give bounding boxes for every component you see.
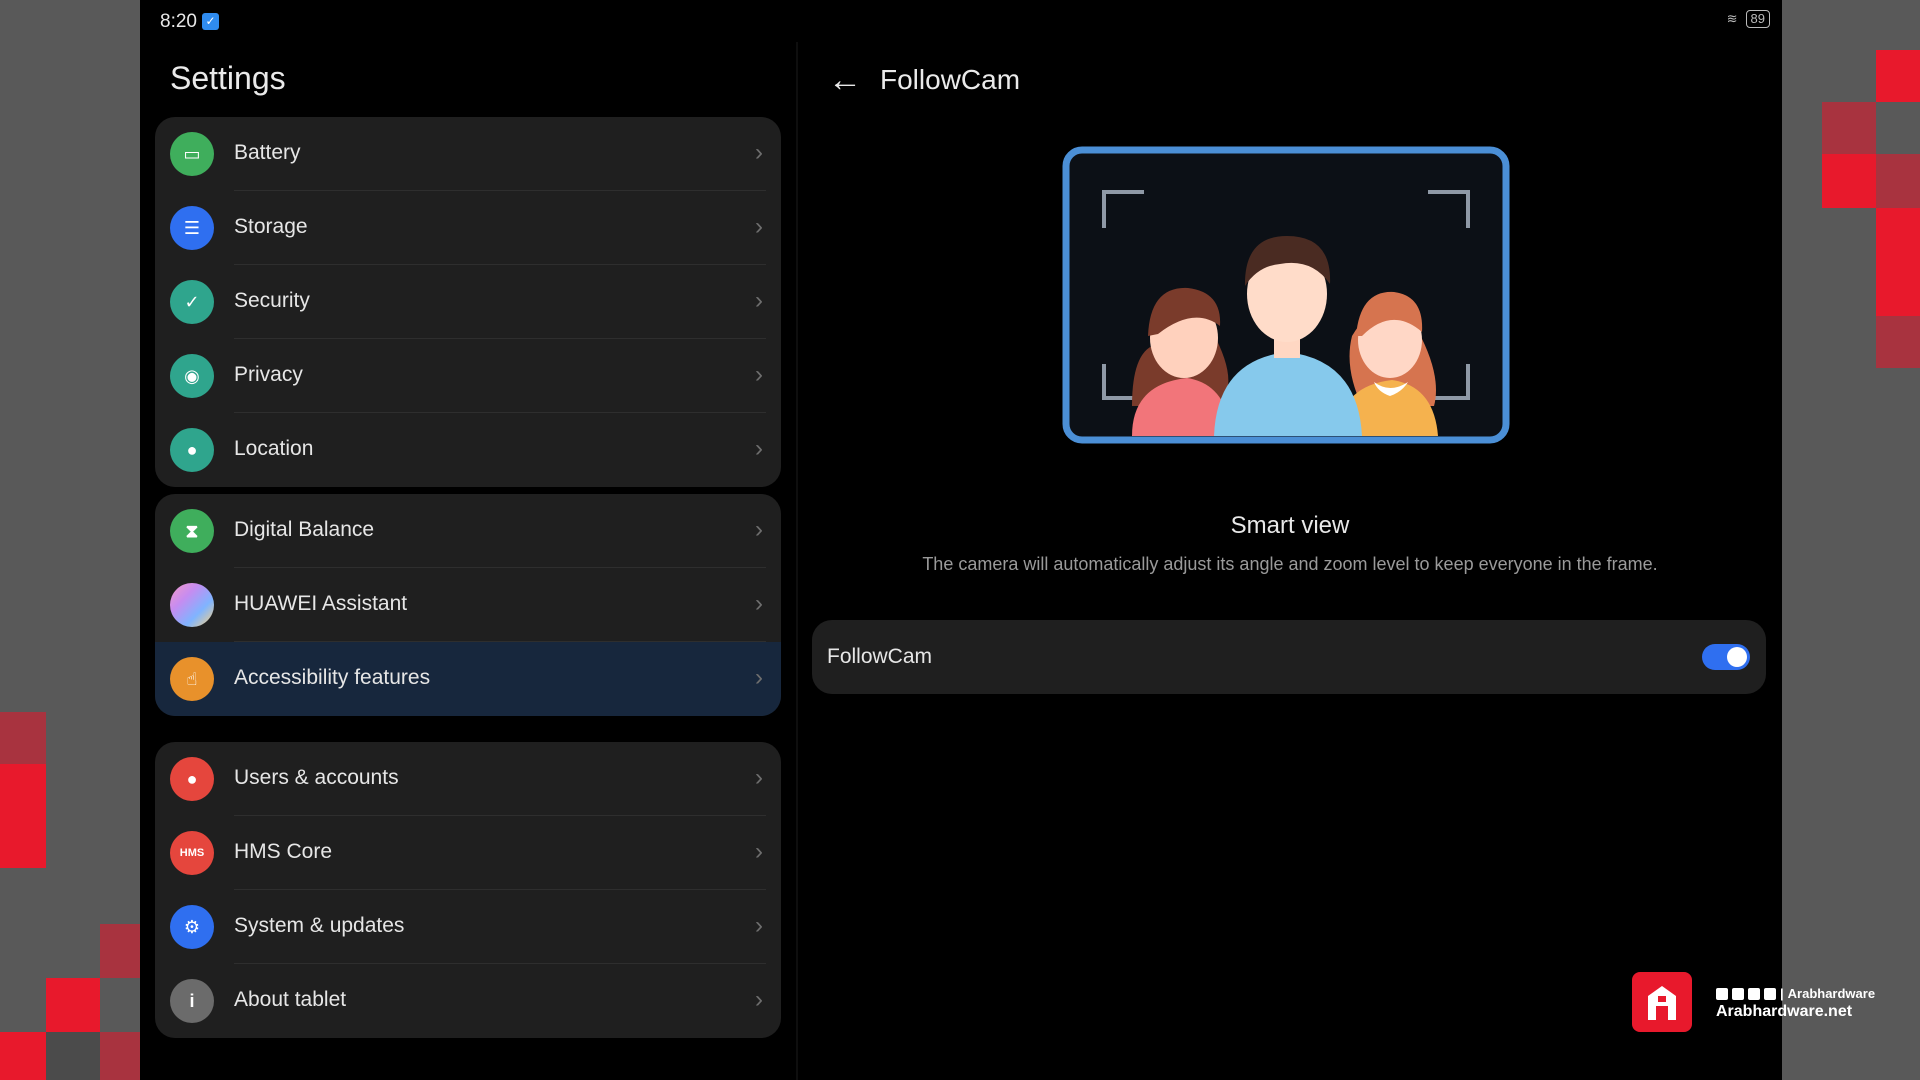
settings-group: ● Users & accounts › HMS HMS Core › ⚙ System & …: [155, 742, 781, 1038]
settings-item-digital-balance[interactable]: ⧗ Digital Balance ›: [155, 494, 781, 568]
chevron-right-icon: ›: [755, 516, 763, 543]
gear-icon: ⚙: [170, 905, 214, 949]
deco-square: [1876, 208, 1920, 316]
settings-item-battery[interactable]: ▭ Battery ›: [155, 117, 781, 191]
settings-group: ▭ Battery › ☰ Storage › ✓ Security › ◉ Privacy › ● Lo…: [155, 117, 781, 487]
deco-square: [1822, 154, 1876, 208]
settings-item-privacy[interactable]: ◉ Privacy ›: [155, 339, 781, 413]
switch-knob: [1727, 647, 1747, 667]
watermark-handle: Arabhardware: [1787, 986, 1876, 1001]
chevron-right-icon: ›: [755, 139, 763, 166]
status-bar: 8:20 ✓ ≋ 89: [140, 0, 1782, 42]
logo-mark-icon: [1648, 986, 1676, 1020]
notification-icon: ✓: [202, 13, 219, 30]
settings-item-label: Users & accounts: [234, 766, 399, 789]
chevron-right-icon: ›: [755, 287, 763, 314]
chevron-right-icon: ›: [755, 664, 763, 691]
deco-square: [1876, 50, 1920, 102]
settings-item-system-updates[interactable]: ⚙ System & updates ›: [155, 890, 781, 964]
settings-item-security[interactable]: ✓ Security ›: [155, 265, 781, 339]
video-frame: 8:20 ✓ ≋ 89 Settings ▭ Battery › ☰ Storage › ✓…: [0, 0, 1920, 1080]
storage-icon: ☰: [170, 206, 214, 250]
followcam-pane: ← FollowCam Smart view The camera will a…: [798, 42, 1782, 1080]
settings-item-label: HUAWEI Assistant: [234, 592, 408, 615]
chevron-right-icon: ›: [755, 213, 763, 240]
hourglass-icon: ⧗: [170, 509, 214, 553]
chevron-right-icon: ›: [755, 435, 763, 462]
deco-square: [1876, 154, 1920, 208]
deco-square: [46, 978, 100, 1032]
hand-icon: ☝: [170, 657, 214, 701]
deco-square: [0, 712, 46, 764]
settings-item-label: Battery: [234, 141, 301, 164]
settings-item-label: Security: [234, 289, 310, 312]
watermark-separator: |: [1780, 986, 1784, 1001]
location-pin-icon: ●: [170, 428, 214, 472]
instagram-icon: [1748, 987, 1760, 1000]
wifi-icon: ≋: [1726, 11, 1738, 26]
settings-pane: Settings ▭ Battery › ☰ Storage › ✓ Security › ◉ Pr…: [140, 42, 796, 1080]
watermark-url: Arabhardware.net: [1716, 1003, 1853, 1020]
followcam-switch[interactable]: [1702, 644, 1750, 670]
chevron-right-icon: ›: [755, 986, 763, 1013]
smart-view-illustration: [1062, 146, 1510, 444]
settings-item-label: System & updates: [234, 914, 405, 937]
settings-item-label: HMS Core: [234, 840, 333, 863]
settings-item-users-accounts[interactable]: ● Users & accounts ›: [155, 742, 781, 816]
back-arrow-icon[interactable]: ←: [828, 60, 862, 100]
chevron-right-icon: ›: [755, 838, 763, 865]
arabhardware-logo: [1632, 972, 1692, 1032]
settings-item-label: Privacy: [234, 363, 303, 386]
info-icon: i: [170, 979, 214, 1023]
settings-item-storage[interactable]: ☰ Storage ›: [155, 191, 781, 265]
deco-square: [0, 1032, 46, 1080]
status-right: ≋ 89: [1727, 10, 1770, 28]
settings-item-about-tablet[interactable]: i About tablet ›: [155, 964, 781, 1038]
chevron-right-icon: ›: [755, 361, 763, 388]
chevron-right-icon: ›: [755, 590, 763, 617]
watermark-text: | Arabhardware Arabhardware.net: [1716, 986, 1875, 1021]
smart-view-title: Smart view: [1230, 512, 1350, 539]
assistant-icon: [170, 583, 214, 627]
settings-item-label: Accessibility features: [234, 666, 431, 689]
settings-item-accessibility-features[interactable]: ☝ Accessibility features ›: [155, 642, 781, 716]
deco-square: [46, 1032, 100, 1080]
settings-item-location[interactable]: ● Location ›: [155, 413, 781, 487]
settings-item-hms-core[interactable]: HMS HMS Core ›: [155, 816, 781, 890]
tablet-screen: 8:20 ✓ ≋ 89 Settings ▭ Battery › ☰ Storage › ✓…: [140, 0, 1782, 1080]
settings-item-label: Location: [234, 437, 314, 460]
settings-group: ⧗ Digital Balance › HUAWEI Assistant › ☝ Acces…: [155, 494, 781, 716]
battery-icon: ▭: [170, 132, 214, 176]
settings-item-label: About tablet: [234, 988, 347, 1011]
hms-icon: HMS: [170, 831, 214, 875]
page-title: FollowCam: [880, 64, 1021, 95]
chevron-right-icon: ›: [755, 764, 763, 791]
shield-icon: ✓: [170, 280, 214, 324]
twitter-icon: [1732, 987, 1744, 1000]
settings-item-label: Storage: [234, 215, 308, 238]
deco-square: [1822, 102, 1876, 154]
youtube-icon: [1764, 987, 1776, 1000]
followcam-toggle-row[interactable]: FollowCam: [812, 620, 1766, 694]
watermark-social: | Arabhardware: [1716, 986, 1875, 1001]
deco-square: [1876, 316, 1920, 368]
settings-item-huawei-assistant[interactable]: HUAWEI Assistant ›: [155, 568, 781, 642]
chevron-right-icon: ›: [755, 912, 763, 939]
settings-item-label: Digital Balance: [234, 518, 375, 541]
user-icon: ●: [170, 757, 214, 801]
privacy-icon: ◉: [170, 354, 214, 398]
status-time: 8:20: [160, 11, 197, 32]
settings-title: Settings: [170, 60, 286, 96]
facebook-icon: [1716, 987, 1728, 1000]
deco-square: [0, 764, 46, 868]
smart-view-description: The camera will automatically adjust its…: [922, 554, 1658, 574]
followcam-toggle-label: FollowCam: [827, 645, 933, 668]
battery-indicator: 89: [1745, 10, 1770, 28]
